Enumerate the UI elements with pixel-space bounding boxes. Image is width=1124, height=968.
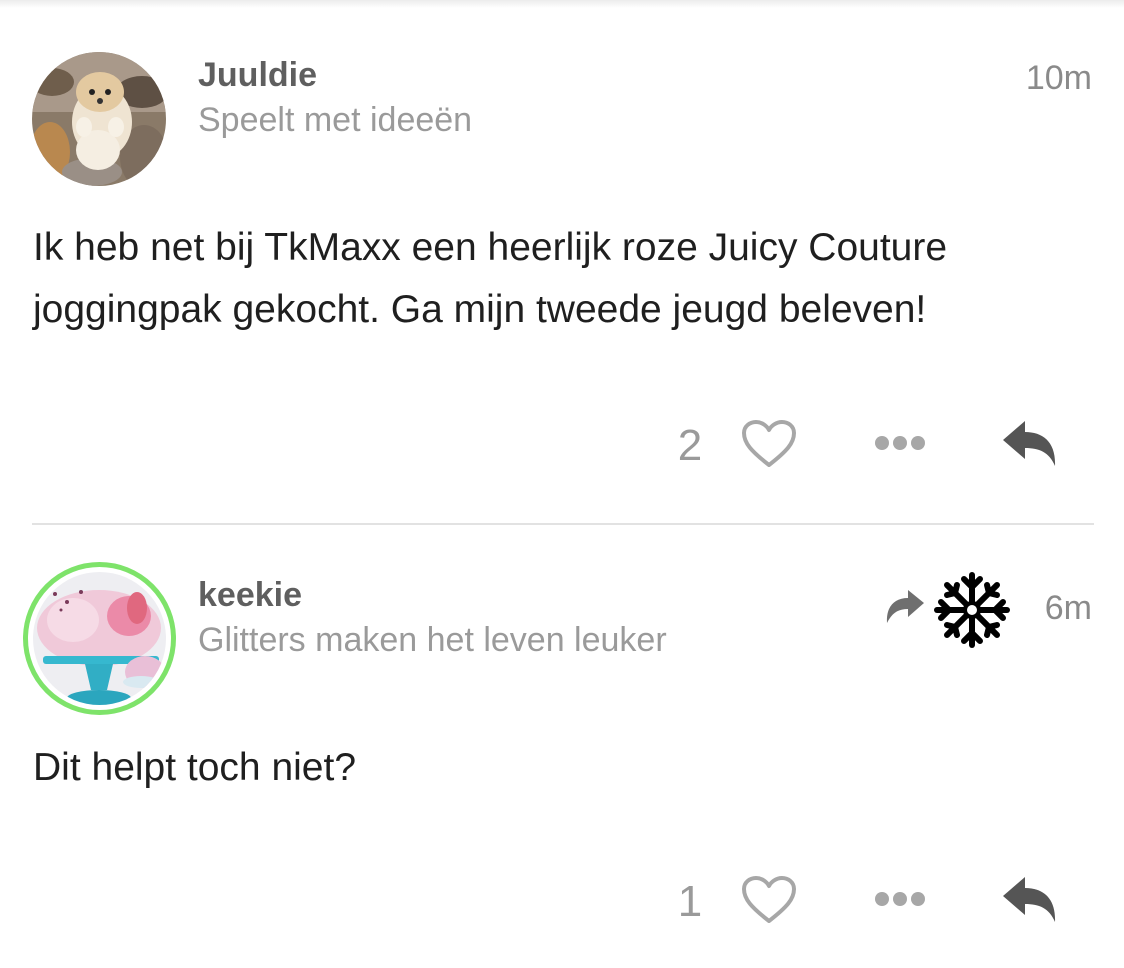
like-count: 1: [677, 877, 703, 926]
username[interactable]: Juuldie: [198, 55, 317, 95]
post-card: keekie Glitters maken het leven leuker 6…: [0, 527, 1124, 968]
avatar-image: [32, 52, 166, 186]
user-tagline: Glitters maken het leven leuker: [198, 621, 667, 659]
heart-icon[interactable]: [741, 875, 797, 925]
avatar[interactable]: [33, 572, 166, 705]
repost-arrow-icon: [886, 590, 924, 623]
reply-arrow-icon[interactable]: [1001, 874, 1059, 926]
reply-arrow-icon[interactable]: [1001, 418, 1059, 470]
snowflake-icon: [934, 572, 1010, 648]
user-tagline: Speelt met ideeën: [198, 101, 473, 139]
ellipsis-icon[interactable]: [874, 432, 926, 454]
avatar[interactable]: [32, 52, 166, 186]
post-card: Juuldie Speelt met ideeën 10m Ik heb net…: [0, 0, 1124, 525]
heart-icon[interactable]: [741, 419, 797, 469]
post-timestamp: 10m: [1025, 59, 1092, 97]
username[interactable]: keekie: [198, 575, 302, 615]
post-timestamp: 6m: [1044, 589, 1092, 627]
avatar-image: [33, 572, 166, 705]
like-count: 2: [677, 421, 703, 470]
post-body: Ik heb net bij TkMaxx een heerlijk roze …: [33, 226, 948, 331]
post-divider: [32, 523, 1094, 525]
ellipsis-icon[interactable]: [874, 888, 926, 910]
post-body: Dit helpt toch niet?: [33, 746, 357, 789]
